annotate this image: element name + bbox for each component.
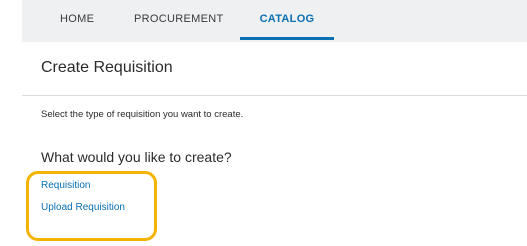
create-requisition-page: HOME PROCUREMENT CATALOG Create Requisit… [0,0,527,246]
highlight-box [26,171,157,241]
tab-home[interactable]: HOME [60,0,94,42]
top-nav-bar: HOME PROCUREMENT CATALOG [22,0,527,42]
page-title: Create Requisition [41,59,173,76]
section-heading: What would you like to create? [41,149,232,165]
tab-procurement[interactable]: PROCUREMENT [134,0,223,42]
instructions-text: Select the type of requisition you want … [41,109,244,120]
tab-catalog[interactable]: CATALOG [240,0,334,42]
header-divider [22,95,527,96]
